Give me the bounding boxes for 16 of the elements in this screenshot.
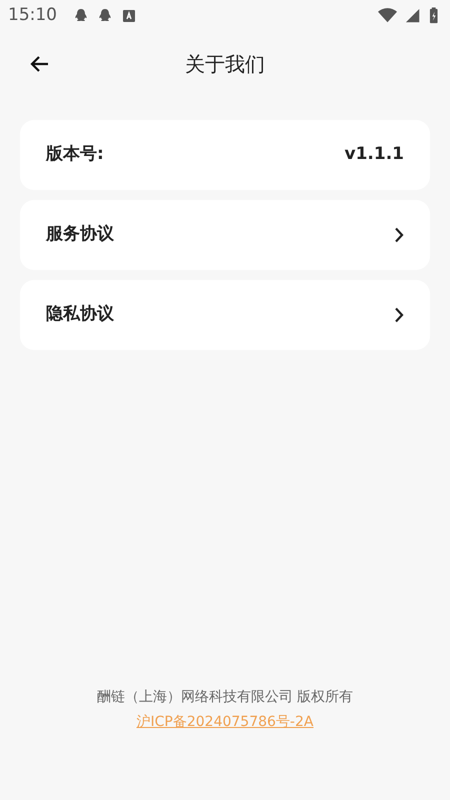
page-title: 关于我们 bbox=[185, 51, 265, 78]
wifi-icon bbox=[378, 8, 398, 24]
menu-item[interactable]: 隐私协议 bbox=[20, 280, 430, 350]
row-label: 版本号: bbox=[46, 143, 104, 166]
menu-item[interactable]: 服务协议 bbox=[20, 200, 430, 270]
chevron-right-icon bbox=[394, 307, 404, 323]
chevron-right-icon bbox=[394, 227, 404, 243]
notification-app-icon bbox=[121, 8, 137, 24]
signal-icon bbox=[405, 8, 420, 24]
copyright-text: 酬链（上海）网络科技有限公司 版权所有 bbox=[96, 688, 354, 707]
row-value: v1.1.1 bbox=[344, 143, 404, 166]
battery-icon bbox=[428, 7, 438, 25]
status-time: 15:10 bbox=[8, 4, 57, 28]
back-arrow-icon bbox=[30, 54, 50, 74]
penguin-icon bbox=[73, 8, 89, 24]
penguin-icon bbox=[97, 8, 113, 24]
